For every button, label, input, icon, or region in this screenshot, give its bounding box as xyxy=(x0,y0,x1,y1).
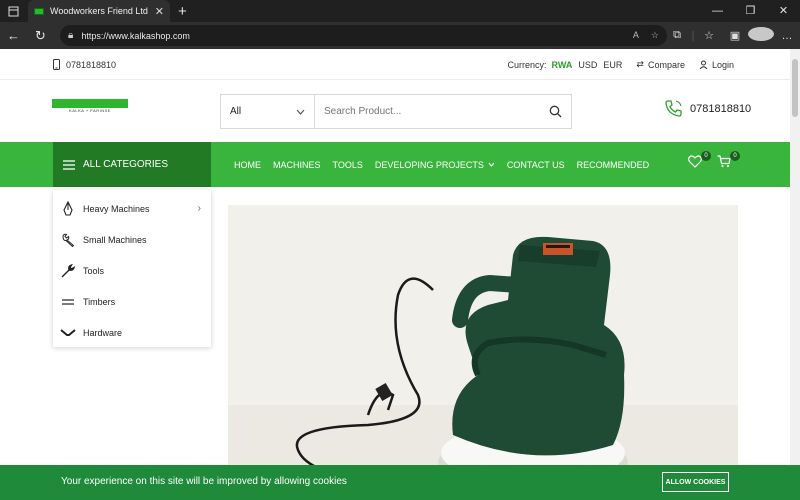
reload-icon[interactable]: ↻ xyxy=(27,28,54,44)
top-phone[interactable]: 0781818810 xyxy=(53,59,116,70)
category-timbers[interactable]: Timbers xyxy=(53,286,211,317)
nav-developing-projects[interactable]: DEVELOPING PROJECTS xyxy=(375,160,495,170)
all-categories-button[interactable]: ALL CATEGORIES xyxy=(53,142,211,187)
chevron-down-icon xyxy=(488,162,495,167)
categories-dropdown: Heavy Machines › Small Machines Tools Ti… xyxy=(53,190,211,347)
category-tools[interactable]: Tools xyxy=(53,255,211,286)
header-phone[interactable]: 0781818810 xyxy=(664,99,751,118)
cart-icon xyxy=(717,155,731,168)
search-input[interactable] xyxy=(315,95,539,128)
hinge-icon xyxy=(60,328,76,336)
nav-machines[interactable]: MACHINES xyxy=(273,160,321,170)
maximize-icon[interactable]: ❐ xyxy=(734,0,767,22)
category-label: Tools xyxy=(83,265,105,276)
currency-switcher: Currency: RWA USD EUR xyxy=(508,60,623,70)
chevron-right-icon: › xyxy=(197,203,201,214)
currency-label: Currency: xyxy=(507,59,547,70)
favorites-icon[interactable]: ☆ xyxy=(696,29,722,42)
collections-icon[interactable]: ▣ xyxy=(722,29,748,42)
close-tab-icon[interactable]: ✕ xyxy=(155,5,164,18)
browser-tab-active[interactable]: Woodworkers Friend Ltd - Wood ✕ xyxy=(28,0,170,22)
search-button[interactable] xyxy=(539,95,571,128)
logo-graphic xyxy=(52,99,128,108)
mobile-phone-icon xyxy=(53,59,60,70)
web-page: 0781818810 Currency: RWA USD EUR ⇄ Compa… xyxy=(0,49,790,500)
profile-avatar[interactable] xyxy=(748,27,774,44)
more-menu-icon[interactable]: … xyxy=(774,30,800,42)
user-icon xyxy=(699,60,708,69)
top-phone-number: 0781818810 xyxy=(66,59,117,70)
favorite-star-icon[interactable]: ☆ xyxy=(651,30,659,41)
product-search: All xyxy=(220,94,572,129)
login-label: Login xyxy=(711,59,734,70)
currency-eur[interactable]: EUR xyxy=(603,60,622,70)
nav-developing-projects-label: DEVELOPING PROJECTS xyxy=(374,159,484,170)
category-label: Heavy Machines xyxy=(83,203,150,214)
new-tab-icon[interactable]: + xyxy=(178,3,187,20)
scrollbar-thumb[interactable] xyxy=(792,59,798,117)
cookie-message: Your experience on this site will be imp… xyxy=(61,476,347,487)
wishlist-count-badge: 0 xyxy=(701,151,711,161)
close-window-icon[interactable]: ✕ xyxy=(767,0,800,22)
hamburger-icon xyxy=(63,159,75,170)
extensions-icon[interactable]: ⧉ xyxy=(664,29,690,42)
tab-actions-icon[interactable] xyxy=(0,0,26,22)
category-small-machines[interactable]: Small Machines xyxy=(53,224,211,255)
wishlist-button[interactable]: 0 xyxy=(688,151,711,169)
cart-count-badge: 0 xyxy=(730,151,740,161)
main-navbar: ALL CATEGORIES HOME MACHINES TOOLS DEVEL… xyxy=(0,142,790,187)
nav-home[interactable]: HOME xyxy=(234,160,261,170)
page-scrollbar[interactable] xyxy=(790,49,800,500)
header-phone-number: 0781818810 xyxy=(690,102,752,115)
category-hardware[interactable]: Hardware xyxy=(53,317,211,348)
url-text: https://www.kalkashop.com xyxy=(81,30,190,41)
lock-icon: 🔒︎ xyxy=(68,30,74,41)
pen-nib-icon xyxy=(63,200,73,216)
category-heavy-machines[interactable]: Heavy Machines › xyxy=(53,193,211,224)
search-category-select[interactable]: All xyxy=(221,95,315,128)
hero-product-image[interactable] xyxy=(228,205,738,500)
category-label: Small Machines xyxy=(83,234,147,245)
favicon-icon xyxy=(34,7,44,15)
minimize-icon[interactable]: — xyxy=(701,0,734,22)
polisher-machine-image xyxy=(228,205,738,500)
wrench-icon xyxy=(62,233,75,247)
currency-rwa[interactable]: RWA xyxy=(552,60,573,70)
lines-icon xyxy=(62,298,74,305)
category-label: Hardware xyxy=(83,327,123,338)
cart-button[interactable]: 0 xyxy=(717,151,740,169)
top-info-bar: 0781818810 Currency: RWA USD EUR ⇄ Compa… xyxy=(0,49,790,80)
main-menu: HOME MACHINES TOOLS DEVELOPING PROJECTS … xyxy=(234,142,649,187)
back-icon[interactable]: ← xyxy=(0,28,27,43)
browser-tabbar: Woodworkers Friend Ltd - Wood ✕ + — ❐ ✕ xyxy=(0,0,800,22)
site-logo[interactable]: KALKA + FARINSE xyxy=(52,99,128,119)
compare-label: Compare xyxy=(647,59,685,70)
heart-icon xyxy=(688,155,702,168)
address-bar[interactable]: 🔒︎ https://www.kalkashop.com A ☆ xyxy=(60,25,667,46)
tool-icon xyxy=(61,263,75,277)
logo-text: KALKA + FARINSE xyxy=(69,108,111,113)
compare-link[interactable]: ⇄ Compare xyxy=(636,59,685,70)
category-label: Timbers xyxy=(83,296,116,307)
cookie-banner: Your experience on this site will be imp… xyxy=(0,465,800,500)
nav-tools[interactable]: TOOLS xyxy=(333,160,363,170)
site-header: KALKA + FARINSE All 0781818810 xyxy=(0,81,790,142)
nav-recommended[interactable]: RECOMMENDED xyxy=(577,160,650,170)
phone-icon xyxy=(665,100,682,117)
shuffle-icon: ⇄ xyxy=(636,59,644,69)
tab-title: Woodworkers Friend Ltd - Wood xyxy=(50,6,149,16)
login-link[interactable]: Login xyxy=(699,60,734,70)
search-category-value: All xyxy=(230,106,242,117)
all-categories-label: ALL CATEGORIES xyxy=(83,159,169,170)
read-aloud-icon[interactable]: A xyxy=(633,30,639,41)
allow-cookies-button[interactable]: ALLOW COOKIES xyxy=(662,472,729,492)
search-icon xyxy=(549,105,561,118)
currency-usd[interactable]: USD xyxy=(578,60,597,70)
browser-toolbar: ← ↻ 🔒︎ https://www.kalkashop.com A ☆ ⧉ |… xyxy=(0,22,800,49)
chevron-down-icon xyxy=(296,109,305,115)
nav-contact-us[interactable]: CONTACT US xyxy=(507,160,565,170)
